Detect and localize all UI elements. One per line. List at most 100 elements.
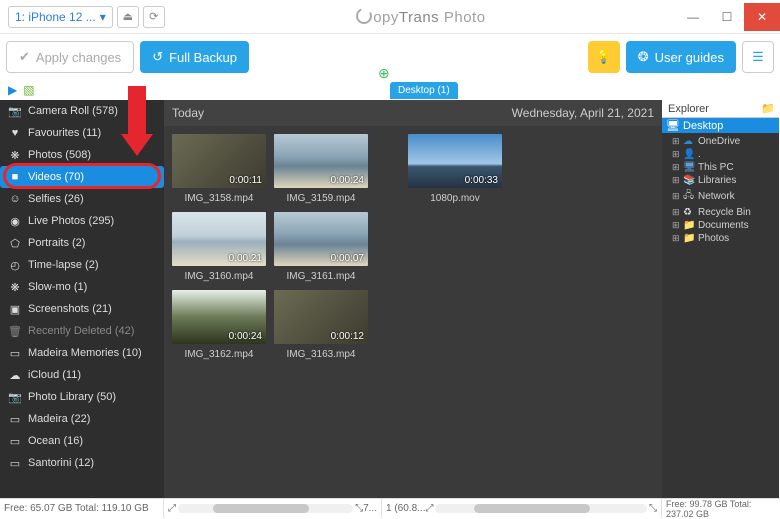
- sidebar-item[interactable]: ⬠Portraits (2): [0, 232, 164, 254]
- thumb-filename: IMG_3158.mp4: [172, 188, 266, 204]
- thumb-duration: 0:00:24: [331, 175, 364, 186]
- user-guides-button[interactable]: ❂ User guides: [626, 41, 736, 73]
- scrollbar[interactable]: [178, 504, 353, 513]
- pc-panel-header: Wednesday, April 21, 2021: [382, 100, 662, 126]
- sidebar-item[interactable]: ▭Madeira Memories (10): [0, 342, 164, 364]
- expand-icon[interactable]: ⊞: [672, 191, 680, 202]
- album-icon: ▭: [8, 435, 22, 448]
- explorer-tree: ⊞☁OneDrive⊞👤.⊞🖥This PC⊞📚Libraries⊞🖧Netwo…: [662, 133, 779, 247]
- check-icon: ✔: [19, 49, 30, 65]
- video-thumb[interactable]: 0:00:11IMG_3158.mp4: [172, 134, 266, 204]
- bulb-icon: 💡: [596, 49, 612, 65]
- device-panel-header: Today: [164, 100, 382, 126]
- expand-icon[interactable]: ⊞: [672, 233, 680, 244]
- thumb-filename: IMG_3160.mp4: [172, 266, 266, 282]
- sidebar-item[interactable]: ♥ Favourites (11): [0, 122, 164, 144]
- plus-icon[interactable]: ⊕: [378, 65, 390, 82]
- video-thumb[interactable]: 0:00:12IMG_3163.mp4: [274, 290, 368, 360]
- sidebar-item[interactable]: ▭ Santorini (12): [0, 452, 164, 474]
- tree-item[interactable]: ⊞♻Recycle Bin: [664, 206, 777, 219]
- device-selector[interactable]: 1: iPhone 12 ... ▾: [8, 6, 113, 28]
- expand-icon[interactable]: ⊞: [672, 220, 680, 231]
- video-thumb[interactable]: 0:00:331080p.mov: [408, 134, 502, 204]
- sidebar-item[interactable]: ☺Selfies (26): [0, 188, 164, 210]
- minimize-button[interactable]: —: [676, 3, 710, 31]
- expand-icon[interactable]: ⊞: [672, 149, 680, 160]
- album-icon: ◉: [8, 215, 22, 228]
- tree-item-label: Libraries: [698, 175, 736, 186]
- tree-item-icon: 📁: [683, 233, 695, 244]
- sidebar-item[interactable]: 📷Photo Library (50): [0, 386, 164, 408]
- video-thumb[interactable]: 0:00:24IMG_3162.mp4: [172, 290, 266, 360]
- album-icon: ♥: [8, 127, 22, 139]
- sidebar-item-label: Videos (70): [28, 171, 84, 183]
- thumb-filename: 1080p.mov: [408, 188, 502, 204]
- close-button[interactable]: ✕: [744, 3, 780, 31]
- pc-panel-tab[interactable]: ⊕ Desktop (1): [390, 82, 458, 99]
- expand-icon[interactable]: ⊞: [672, 136, 680, 147]
- video-thumb[interactable]: 0:00:07IMG_3161.mp4: [274, 212, 368, 282]
- sidebar-item[interactable]: ■ Videos (70): [0, 166, 164, 188]
- status-right: Free: 99.78 GB Total: 237.02 GB: [662, 499, 780, 518]
- expand-icon[interactable]: ⤡: [355, 503, 363, 514]
- gallery-view-icon[interactable]: ▧: [23, 83, 34, 97]
- tree-item[interactable]: ⊞🖧Network: [664, 187, 777, 206]
- refresh-button[interactable]: ⟳: [143, 6, 165, 28]
- album-icon: ■: [8, 171, 22, 183]
- eject-button[interactable]: ⏏: [117, 6, 139, 28]
- tree-item[interactable]: ⊞📁Photos: [664, 232, 777, 245]
- tree-item[interactable]: ⊞🖥This PC: [664, 161, 777, 174]
- expand-icon[interactable]: ⊞: [672, 207, 680, 218]
- maximize-button[interactable]: ☐: [710, 3, 744, 31]
- expand-icon[interactable]: ⤡: [649, 503, 657, 514]
- sidebar-item-label: Madeira (22): [28, 413, 90, 425]
- sidebar-item[interactable]: ☁iCloud (11): [0, 364, 164, 386]
- sidebar-item-label: Favourites (11): [28, 127, 101, 139]
- album-icon: ▭: [8, 457, 22, 470]
- full-backup-button[interactable]: ↺ Full Backup: [140, 41, 249, 73]
- hamburger-button[interactable]: ☰: [742, 41, 774, 73]
- sidebar-item[interactable]: ◴Time-lapse (2): [0, 254, 164, 276]
- pc-panel: Wednesday, April 21, 2021 ⊕ Desktop (1) …: [382, 100, 662, 498]
- sidebar-item-label: Slow-mo (1): [28, 281, 87, 293]
- sidebar-item[interactable]: ▣Screenshots (21): [0, 298, 164, 320]
- statusbar: Free: 65.07 GB Total: 119.10 GB ⤢ ⤡ 7...…: [0, 498, 780, 518]
- expand-icon[interactable]: ⤢: [168, 503, 176, 514]
- tree-item[interactable]: ⊞📚Libraries: [664, 174, 777, 187]
- scrollbar[interactable]: [435, 504, 647, 513]
- titlebar: 1: iPhone 12 ... ▾ ⏏ ⟳ opyTrans Photo — …: [0, 0, 780, 34]
- sidebar-item[interactable]: 📷Camera Roll (578): [0, 100, 164, 122]
- sidebar-item[interactable]: ▭Ocean (16): [0, 430, 164, 452]
- thumb-image: 0:00:12: [274, 290, 368, 344]
- folder-icon[interactable]: 📁: [761, 102, 775, 115]
- sidebar-item-label: Portraits (2): [28, 237, 85, 249]
- expand-icon[interactable]: ⤢: [425, 503, 433, 514]
- thumb-duration: 0:00:12: [331, 331, 364, 342]
- tree-item[interactable]: ⊞📁Documents: [664, 219, 777, 232]
- expand-icon[interactable]: ⊞: [672, 162, 680, 173]
- logo-icon: [355, 7, 373, 25]
- tree-item[interactable]: ⊞☁OneDrive: [664, 135, 777, 148]
- sidebar-item-label: Santorini (12): [28, 457, 94, 469]
- tree-item-icon: 🖧: [683, 188, 695, 205]
- thumb-image: 0:00:11: [172, 134, 266, 188]
- tree-item-icon: 👤: [683, 149, 695, 160]
- tree-item[interactable]: ⊞👤.: [664, 148, 777, 161]
- explorer-root[interactable]: 🖥 Desktop: [662, 118, 779, 133]
- expand-icon[interactable]: ⊞: [672, 175, 680, 186]
- sidebar-item[interactable]: 🗑Recently Deleted (42): [0, 320, 164, 342]
- sidebar-item[interactable]: ▭ Madeira (22): [0, 408, 164, 430]
- thumb-filename: IMG_3162.mp4: [172, 344, 266, 360]
- sidebar-item-label: Madeira Memories (10): [28, 347, 142, 359]
- play-view-icon[interactable]: ▶: [8, 83, 17, 97]
- tip-button[interactable]: 💡: [588, 41, 620, 73]
- sidebar-item[interactable]: ◉Live Photos (295): [0, 210, 164, 232]
- sidebar-item[interactable]: ❋Slow-mo (1): [0, 276, 164, 298]
- album-icon: ▭: [8, 413, 22, 426]
- window-controls: — ☐ ✕: [676, 3, 780, 31]
- apply-changes-button[interactable]: ✔ Apply changes: [6, 41, 134, 73]
- video-thumb[interactable]: 0:00:21IMG_3160.mp4: [172, 212, 266, 282]
- video-thumb[interactable]: 0:00:24IMG_3159.mp4: [274, 134, 368, 204]
- thumb-image: 0:00:21: [172, 212, 266, 266]
- sidebar-item[interactable]: ❋Photos (508): [0, 144, 164, 166]
